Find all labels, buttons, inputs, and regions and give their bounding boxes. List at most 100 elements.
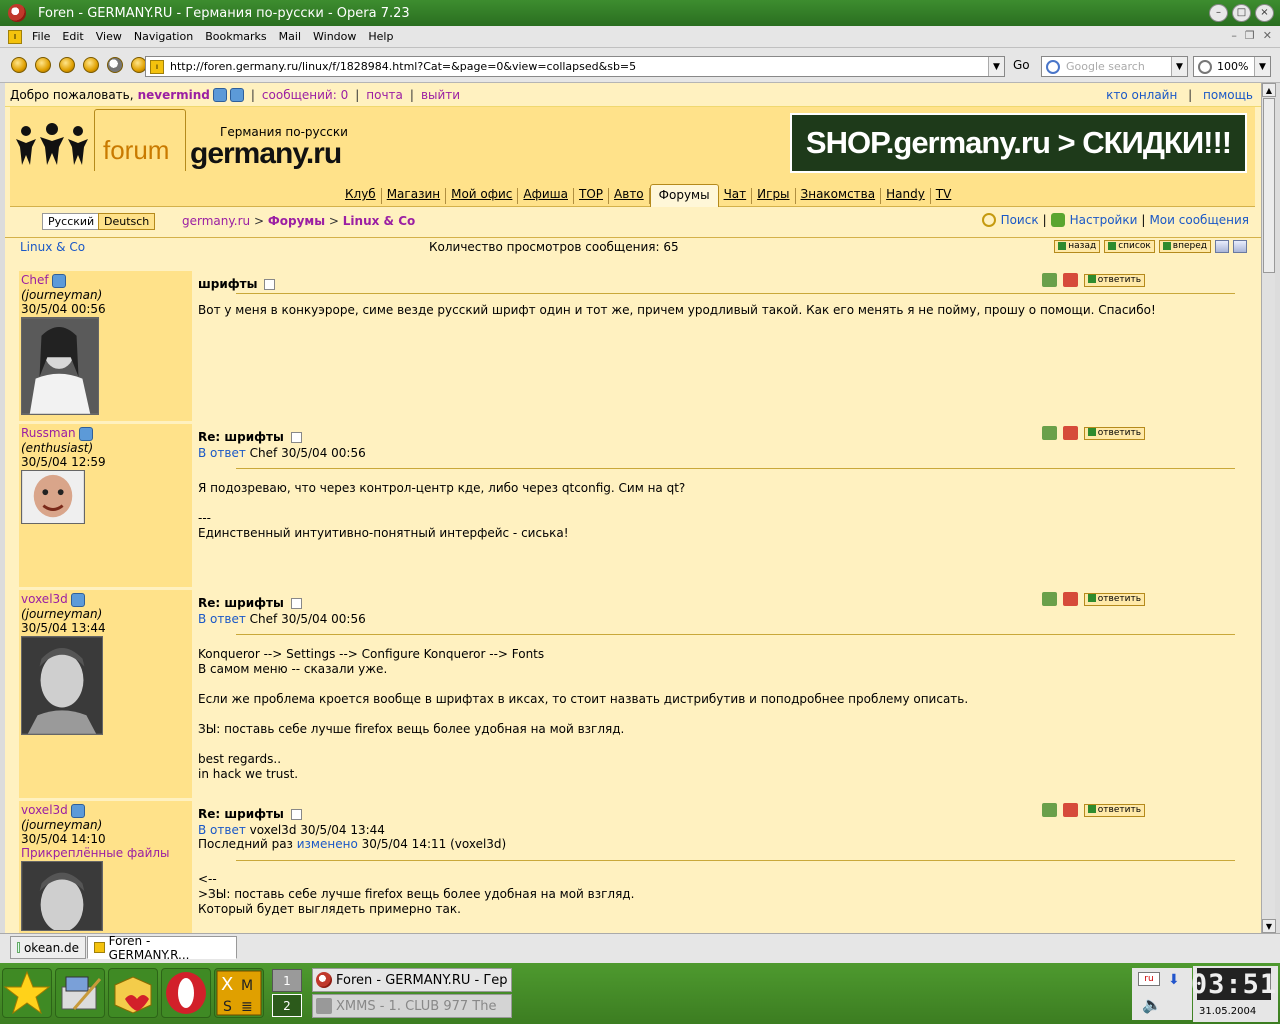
mdi-restore-icon[interactable]: ❐ [1245, 29, 1255, 42]
menu-navigation[interactable]: Navigation [132, 30, 195, 43]
site-brand[interactable]: germany.ru [190, 137, 342, 171]
logout-link[interactable]: выйти [421, 88, 460, 102]
send-pm-icon[interactable] [1041, 273, 1057, 287]
nav-games[interactable]: Игры [752, 188, 796, 204]
user-list-icon[interactable] [229, 87, 244, 102]
minimize-button[interactable]: – [1209, 4, 1228, 22]
post-select-checkbox[interactable] [290, 431, 302, 443]
maximize-button[interactable]: □ [1232, 4, 1251, 22]
zoom-dropdown-icon[interactable]: ▼ [1254, 57, 1270, 76]
reply-to-link[interactable]: В ответ [198, 612, 246, 626]
menu-window[interactable]: Window [311, 30, 358, 43]
reply-to-link[interactable]: В ответ [198, 446, 246, 460]
menu-file[interactable]: File [30, 30, 52, 43]
tab-okean[interactable]: okean.de [10, 936, 86, 959]
menu-help[interactable]: Help [366, 30, 395, 43]
search-icon[interactable] [981, 213, 996, 227]
mdi-close-icon[interactable]: ✕ [1263, 29, 1272, 42]
reload-icon[interactable] [59, 57, 75, 73]
tab-foren[interactable]: Foren - GERMANY.R... [87, 934, 237, 962]
forward-button[interactable]: вперед [1158, 240, 1211, 253]
messages-link[interactable]: сообщений: 0 [262, 88, 348, 102]
who-online-link[interactable]: кто онлайн [1106, 88, 1177, 102]
print-icon[interactable] [1062, 273, 1078, 287]
attachments-link[interactable]: Прикреплённые файлы [21, 846, 190, 860]
editor-launcher-icon[interactable] [55, 968, 105, 1018]
post-author[interactable]: voxel3d [21, 592, 68, 606]
start-menu-star-icon[interactable] [2, 968, 52, 1018]
nav-chat[interactable]: Чат [719, 188, 753, 204]
close-button[interactable]: × [1255, 4, 1274, 22]
lang-de-button[interactable]: Deutsch [98, 213, 156, 230]
opera-launcher-icon[interactable] [161, 968, 211, 1018]
zoom-value[interactable]: 100% [1217, 60, 1248, 73]
keyboard-layout-flag[interactable]: ru [1138, 972, 1160, 986]
package-launcher-icon[interactable] [108, 968, 158, 1018]
help-link[interactable]: помощь [1203, 88, 1253, 102]
board-link[interactable]: Linux & Co [20, 240, 85, 254]
user-profile-icon[interactable] [78, 426, 93, 441]
download-arrow-icon[interactable]: ⬇ [1168, 972, 1180, 988]
settings-link[interactable]: Настройки [1070, 213, 1138, 227]
forward-icon[interactable] [35, 57, 51, 73]
user-profile-icon[interactable] [70, 592, 85, 607]
reply-button[interactable]: ответить [1083, 426, 1145, 440]
xmms-launcher-icon[interactable]: X M S ≣ [214, 968, 264, 1018]
menu-view[interactable]: View [94, 30, 124, 43]
send-pm-icon[interactable] [1041, 592, 1057, 606]
nav-auto[interactable]: Авто [609, 188, 650, 204]
menu-edit[interactable]: Edit [60, 30, 85, 43]
volume-icon[interactable]: 🔈 [1142, 995, 1162, 1014]
nav-afisha[interactable]: Афиша [518, 188, 575, 204]
nav-forums[interactable]: Форумы [649, 184, 719, 207]
shop-banner[interactable]: SHOP.germany.ru > СКИДКИ!!! [790, 113, 1247, 173]
post-select-checkbox[interactable] [264, 278, 276, 290]
clock[interactable]: 03:51 31.05.2004 [1191, 966, 1278, 1022]
nav-tv[interactable]: TV [931, 188, 957, 204]
post-author[interactable]: voxel3d [21, 803, 68, 817]
post-author[interactable]: Chef [21, 273, 49, 287]
menu-bookmarks[interactable]: Bookmarks [203, 30, 268, 43]
user-profile-icon[interactable] [70, 803, 85, 818]
reply-button[interactable]: ответить [1083, 803, 1145, 817]
back-button[interactable]: назад [1054, 240, 1101, 253]
window-titlebar[interactable]: Foren - GERMANY.RU - Германия по-русски … [0, 0, 1280, 26]
stop-icon[interactable] [83, 57, 99, 73]
search-field[interactable]: Google search ▼ [1041, 56, 1188, 77]
nav-shop[interactable]: Магазин [382, 188, 447, 204]
address-field[interactable]: ı http://foren.germany.ru/linux/f/182898… [145, 56, 1005, 77]
user-profile-icon[interactable] [51, 273, 66, 288]
scroll-down-icon[interactable]: ▼ [1262, 919, 1276, 933]
post-select-checkbox[interactable] [290, 808, 302, 820]
desktop-1-button[interactable]: 1 [272, 969, 302, 992]
nav-dating[interactable]: Знакомства [796, 188, 882, 204]
search-dropdown-icon[interactable]: ▼ [1171, 57, 1187, 76]
address-dropdown-icon[interactable]: ▼ [988, 57, 1004, 76]
vertical-scrollbar[interactable]: ▲ ▼ [1261, 83, 1276, 933]
collapsed-view-icon[interactable] [1215, 240, 1229, 253]
site-logo-icon[interactable] [14, 123, 90, 167]
my-messages-link[interactable]: Мои сообщения [1149, 213, 1249, 227]
crumb-site[interactable]: germany.ru [182, 214, 250, 228]
crumb-forums[interactable]: Форумы [268, 214, 325, 228]
page-viewport[interactable]: Добро пожаловать, nevermind | сообщений:… [5, 83, 1261, 933]
scroll-up-icon[interactable]: ▲ [1262, 83, 1276, 97]
forum-logo-tab[interactable]: forum [94, 109, 186, 171]
print-icon[interactable] [1062, 803, 1078, 817]
print-icon[interactable] [1062, 426, 1078, 440]
search-link[interactable]: Поиск [1001, 213, 1039, 227]
find-icon[interactable] [107, 57, 123, 73]
mdi-minimize-icon[interactable]: – [1231, 29, 1237, 42]
nav-handy[interactable]: Handy [881, 188, 931, 204]
scroll-thumb[interactable] [1263, 98, 1275, 273]
zoom-field[interactable]: 100% ▼ [1193, 56, 1271, 77]
address-text[interactable]: http://foren.germany.ru/linux/f/1828984.… [170, 60, 636, 73]
settings-icon[interactable] [1050, 213, 1065, 227]
threaded-view-icon[interactable] [1233, 240, 1247, 253]
crumb-board[interactable]: Linux & Co [343, 214, 415, 228]
send-pm-icon[interactable] [1041, 426, 1057, 440]
reply-button[interactable]: ответить [1083, 273, 1145, 287]
back-icon[interactable] [11, 57, 27, 73]
nav-top[interactable]: TOP [574, 188, 610, 204]
task-opera[interactable]: Foren - GERMANY.RU - Гер [312, 968, 512, 992]
